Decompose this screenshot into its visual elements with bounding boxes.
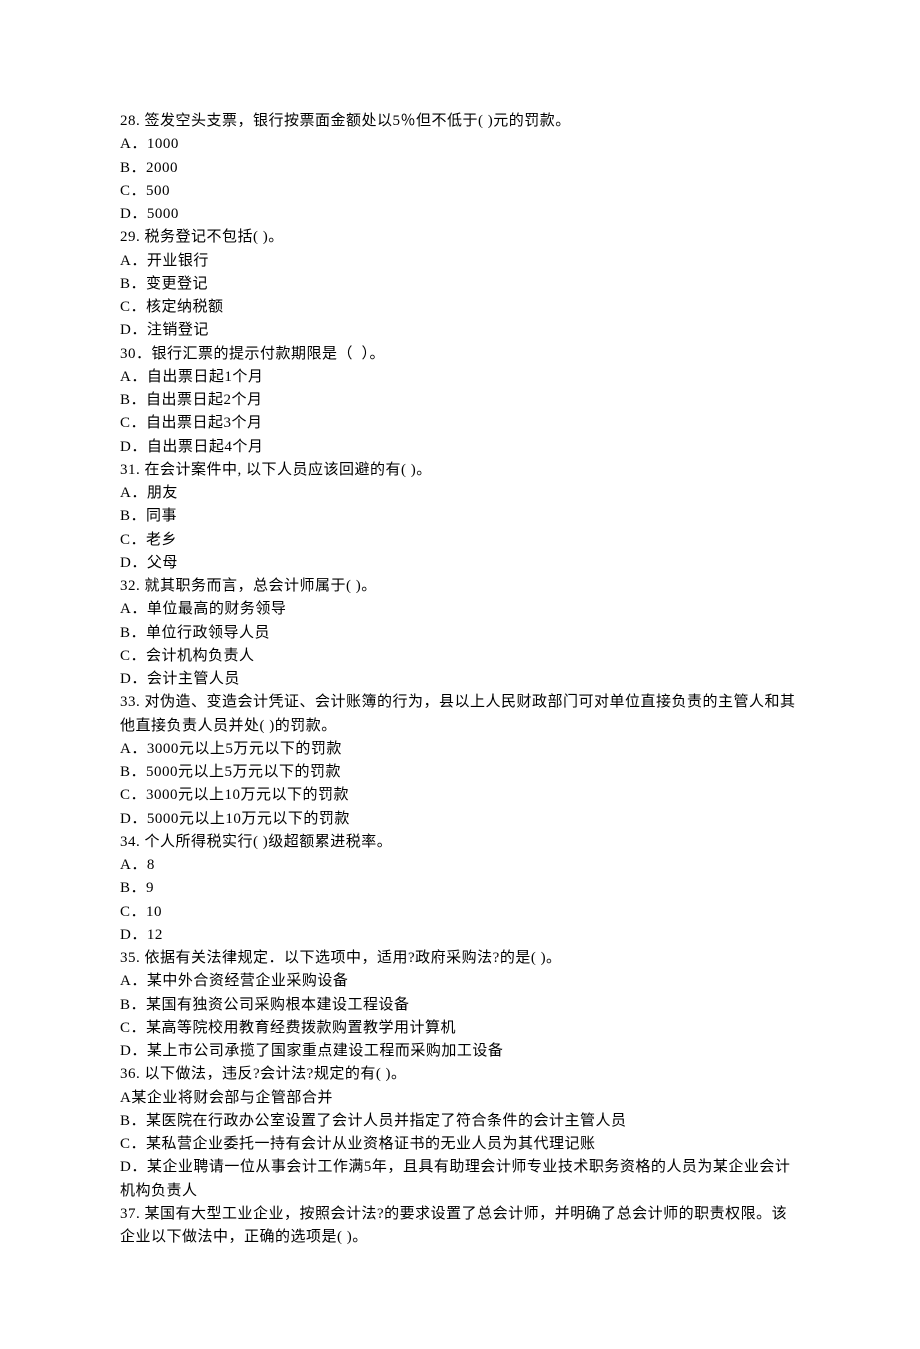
- document-body: 28. 签发空头支票，银行按票面金额处以5％但不低于( )元的罚款。A．1000…: [120, 110, 800, 1249]
- question-option: A．朋友: [120, 482, 800, 505]
- question-option: C．500: [120, 180, 800, 203]
- question-option: B．自出票日起2个月: [120, 389, 800, 412]
- question-option: D．5000元以上10万元以下的罚款: [120, 808, 800, 831]
- question-option: D．父母: [120, 552, 800, 575]
- question-option: C．老乡: [120, 529, 800, 552]
- question-option: A．自出票日起1个月: [120, 366, 800, 389]
- question-option: A．8: [120, 854, 800, 877]
- question-option: B．2000: [120, 157, 800, 180]
- question-option: C．3000元以上10万元以下的罚款: [120, 784, 800, 807]
- question-option: C．某私营企业委托一持有会计从业资格证书的无业人员为其代理记账: [120, 1133, 800, 1156]
- question-option: D．某企业聘请一位从事会计工作满5年，且具有助理会计师专业技术职务资格的人员为某…: [120, 1156, 800, 1203]
- question-stem: 35. 依据有关法律规定．以下选项中，适用?政府采购法?的是( )。: [120, 947, 800, 970]
- question-option: A．单位最高的财务领导: [120, 598, 800, 621]
- question-option: C．自出票日起3个月: [120, 412, 800, 435]
- question-option: D．某上市公司承揽了国家重点建设工程而采购加工设备: [120, 1040, 800, 1063]
- question-option: D．会计主管人员: [120, 668, 800, 691]
- question-stem: 33. 对伪造、变造会计凭证、会计账簿的行为，县以上人民财政部门可对单位直接负责…: [120, 691, 800, 738]
- question-option: B．5000元以上5万元以下的罚款: [120, 761, 800, 784]
- question-option: B．变更登记: [120, 273, 800, 296]
- question-option: A．1000: [120, 133, 800, 156]
- question-option: C．10: [120, 901, 800, 924]
- question-option: D．自出票日起4个月: [120, 436, 800, 459]
- question-option: A．开业银行: [120, 250, 800, 273]
- question-stem: 32. 就其职务而言，总会计师属于( )。: [120, 575, 800, 598]
- question-option: D．注销登记: [120, 319, 800, 342]
- question-option: B．9: [120, 877, 800, 900]
- question-option: C．某高等院校用教育经费拨款购置教学用计算机: [120, 1017, 800, 1040]
- question-stem: 30．银行汇票的提示付款期限是（ ）。: [120, 343, 800, 366]
- question-stem: 31. 在会计案件中, 以下人员应该回避的有( )。: [120, 459, 800, 482]
- question-option: B．同事: [120, 505, 800, 528]
- question-option: B．某国有独资公司采购根本建设工程设备: [120, 994, 800, 1017]
- question-stem: 36. 以下做法，违反?会计法?规定的有( )。: [120, 1063, 800, 1086]
- question-option: C．会计机构负责人: [120, 645, 800, 668]
- question-option: B．单位行政领导人员: [120, 622, 800, 645]
- question-stem: 37. 某国有大型工业企业，按照会计法?的要求设置了总会计师，并明确了总会计师的…: [120, 1203, 800, 1250]
- question-stem: 29. 税务登记不包括( )。: [120, 226, 800, 249]
- question-option: A．某中外合资经营企业采购设备: [120, 970, 800, 993]
- question-option: D．5000: [120, 203, 800, 226]
- question-option: A某企业将财会部与企管部合并: [120, 1087, 800, 1110]
- question-option: A．3000元以上5万元以下的罚款: [120, 738, 800, 761]
- question-option: C．核定纳税额: [120, 296, 800, 319]
- question-option: D．12: [120, 924, 800, 947]
- question-stem: 34. 个人所得税实行( )级超额累进税率。: [120, 831, 800, 854]
- question-option: B．某医院在行政办公室设置了会计人员并指定了符合条件的会计主管人员: [120, 1110, 800, 1133]
- question-stem: 28. 签发空头支票，银行按票面金额处以5％但不低于( )元的罚款。: [120, 110, 800, 133]
